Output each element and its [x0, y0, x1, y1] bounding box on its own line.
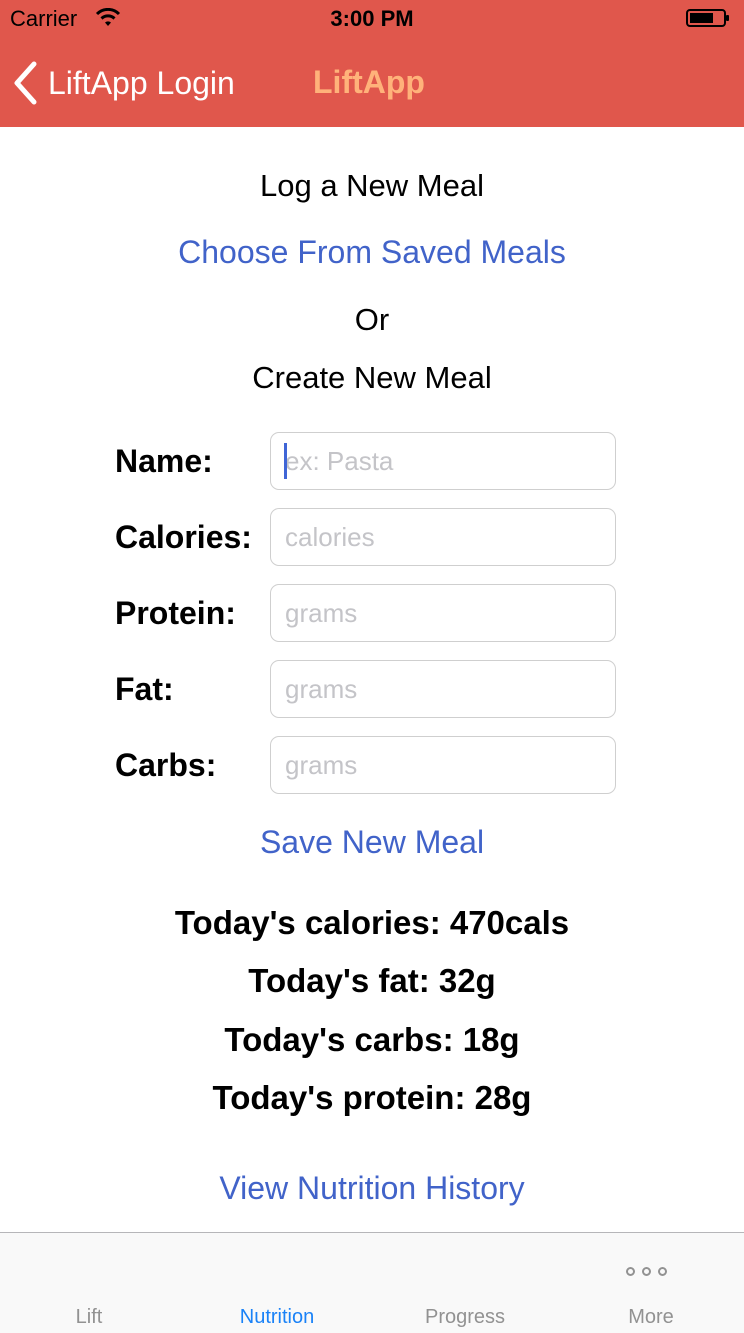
- protein-label: Protein:: [115, 595, 236, 631]
- name-field[interactable]: [270, 432, 616, 490]
- today-fat: Today's fat: 32g: [248, 962, 496, 999]
- today-calories: Today's calories: 470cals: [174, 904, 570, 941]
- name-label: Name:: [115, 443, 213, 479]
- tab-nutrition-label: Nutrition: [239, 1306, 315, 1328]
- chevron-left-icon: [14, 61, 37, 105]
- back-button-label: LiftApp Login: [48, 64, 235, 101]
- tab-lift[interactable]: Lift: [0, 1233, 182, 1333]
- tab-more-label: More: [628, 1306, 674, 1328]
- today-carbs: Today's carbs: 18g: [224, 1021, 520, 1058]
- status-bar: Carrier 3:00 PM: [0, 0, 744, 40]
- back-button[interactable]: LiftApp Login: [12, 58, 235, 108]
- today-protein: Today's protein: 28g: [212, 1079, 532, 1116]
- fat-field[interactable]: [270, 660, 616, 718]
- calories-label: Calories:: [115, 519, 252, 555]
- nav-title: LiftApp: [313, 64, 425, 100]
- tab-progress-label: Progress: [424, 1306, 506, 1328]
- tab-progress[interactable]: Progress: [372, 1233, 558, 1333]
- tab-bar: Lift Nutrition Progress More: [0, 1232, 744, 1333]
- text-cursor: [284, 443, 287, 479]
- protein-field[interactable]: [270, 584, 616, 642]
- clock: 3:00 PM: [330, 6, 414, 31]
- fat-label: Fat:: [115, 671, 174, 707]
- tab-more[interactable]: More: [558, 1233, 744, 1333]
- carbs-label: Carbs:: [115, 747, 217, 783]
- calories-field[interactable]: [270, 508, 616, 566]
- tab-lift-label: Lift: [75, 1306, 103, 1328]
- battery-icon: [686, 9, 729, 27]
- save-meal-button[interactable]: Save New Meal: [0, 824, 744, 861]
- more-icon: [626, 1267, 667, 1276]
- view-nutrition-history-link[interactable]: View Nutrition History: [0, 1170, 744, 1207]
- choose-saved-meals-link[interactable]: Choose From Saved Meals: [0, 234, 744, 271]
- or-separator: Or: [354, 302, 390, 337]
- page-title: Log a New Meal: [259, 168, 484, 203]
- create-meal-heading: Create New Meal: [252, 360, 492, 395]
- carbs-field[interactable]: [270, 736, 616, 794]
- tab-nutrition[interactable]: Nutrition: [184, 1233, 370, 1333]
- navigation-bar: LiftApp Login LiftApp: [0, 40, 744, 127]
- app-header: Carrier 3:00 PM LiftApp Login LiftApp: [0, 0, 744, 127]
